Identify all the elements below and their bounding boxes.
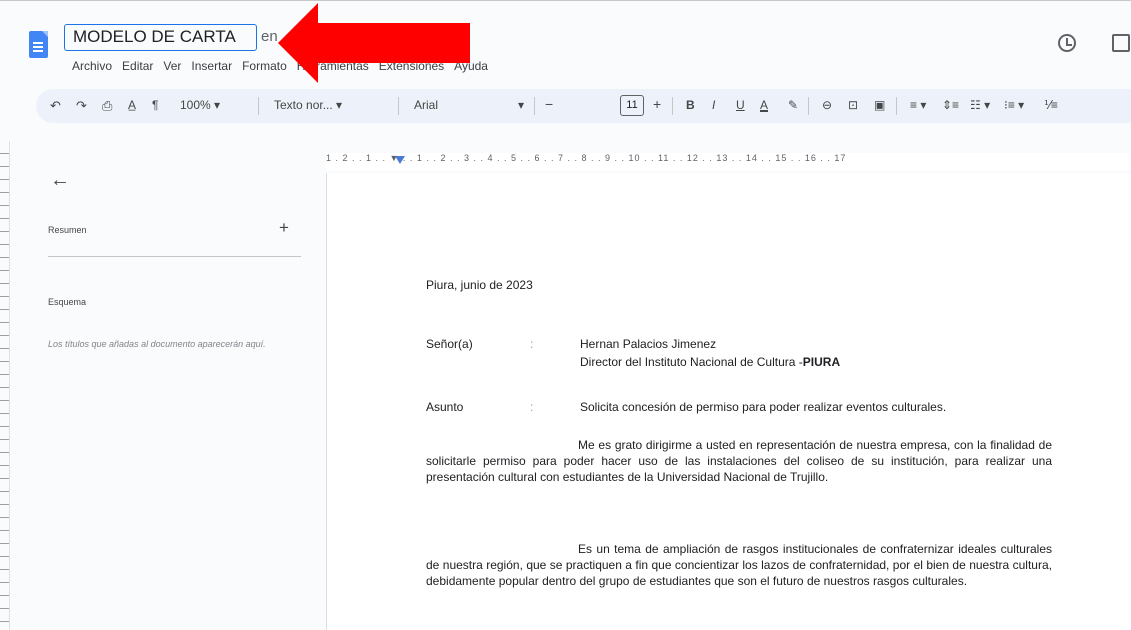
align-icon[interactable]: ≡ ▾ <box>910 98 926 112</box>
text-color-button[interactable]: A <box>760 98 768 112</box>
spellcheck-icon[interactable]: A̲ <box>128 98 136 112</box>
comment-add-icon[interactable]: ⊡ <box>848 98 858 112</box>
docs-logo-icon[interactable] <box>29 31 48 58</box>
version-history-icon[interactable] <box>1058 34 1076 52</box>
document-title-input[interactable]: MODELO DE CARTA <box>64 24 257 51</box>
highlight-icon[interactable]: ✎ <box>788 98 798 112</box>
google-docs-window: MODELO DE CARTA en Archivo Editar Ver In… <box>0 0 1131 630</box>
font-dropdown-icon[interactable]: ▾ <box>518 98 524 112</box>
letter-paragraph-2: Es un tema de ampliación de rasgos insti… <box>426 542 1052 588</box>
paragraph-style-select[interactable]: Texto nor... ▾ <box>274 98 342 112</box>
formatting-toolbar: ↶ ↷ ⎙ A̲ ¶ 100% ▾ Texto nor... ▾ Arial ▾… <box>36 89 1131 123</box>
font-size-input[interactable]: 11 <box>620 95 644 116</box>
subject-label: Asunto <box>426 400 464 414</box>
undo-icon[interactable]: ↶ <box>50 98 61 114</box>
outline-label: Esquema <box>48 297 87 307</box>
red-arrow-annotation <box>278 3 470 83</box>
decrease-font-size-button[interactable]: − <box>545 96 553 112</box>
redo-icon[interactable]: ↷ <box>76 98 87 114</box>
menu-insertar[interactable]: Insertar <box>191 59 232 73</box>
bold-button[interactable]: B <box>686 98 695 112</box>
underline-button[interactable]: U <box>736 98 745 112</box>
zoom-select[interactable]: 100% ▾ <box>180 98 220 112</box>
to-colon: : <box>530 337 534 351</box>
font-select[interactable]: Arial <box>414 98 438 112</box>
add-summary-icon[interactable]: + <box>279 218 289 238</box>
menu-ver[interactable]: Ver <box>163 59 181 73</box>
recipient-title: Director del Instituto Nacional de Cultu… <box>580 355 803 369</box>
comments-icon[interactable] <box>1112 34 1130 52</box>
summary-label: Resumen <box>48 225 87 235</box>
image-icon[interactable]: ▣ <box>874 98 885 112</box>
bulleted-list-icon[interactable]: ⁝≡ ▾ <box>1004 98 1024 112</box>
numbered-list-icon[interactable]: ⅟≡ <box>1044 98 1058 112</box>
paint-format-icon[interactable]: ¶ <box>152 98 158 112</box>
italic-button[interactable]: I <box>712 98 715 112</box>
letter-paragraph-1: Me es grato dirigirme a usted en represe… <box>426 438 1052 484</box>
indent-marker[interactable] <box>395 156 405 164</box>
recipient-city: PIURA <box>802 355 841 369</box>
subject-text: Solicita concesión de permiso para poder… <box>580 400 947 414</box>
horizontal-ruler[interactable]: 1 . 2 . . 1 . . ▼ . . 1 . . 2 . . 3 . . … <box>326 153 1131 171</box>
checklist-icon[interactable]: ☷ ▾ <box>970 98 990 112</box>
close-outline-arrow-icon[interactable]: ← <box>50 169 70 192</box>
recipient-title-line: Director del Instituto Nacional de Cultu… <box>580 354 840 370</box>
line-spacing-icon[interactable]: ⇕≡ <box>942 98 959 112</box>
increase-font-size-button[interactable]: + <box>653 96 661 112</box>
to-label: Señor(a) <box>426 337 473 351</box>
link-icon[interactable]: ⊖ <box>822 98 832 112</box>
menu-editar[interactable]: Editar <box>122 59 153 73</box>
vertical-ruler <box>0 141 10 630</box>
print-icon[interactable]: ⎙ <box>102 98 112 114</box>
menu-archivo[interactable]: Archivo <box>72 59 112 73</box>
outline-hint: Los títulos que añadas al documento apar… <box>48 339 266 349</box>
subject-colon: : <box>530 400 534 414</box>
recipient-name: Hernan Palacios Jimenez <box>580 337 717 351</box>
letter-place-date: Piura, junio de 2023 <box>426 278 533 292</box>
outline-divider <box>48 256 301 257</box>
